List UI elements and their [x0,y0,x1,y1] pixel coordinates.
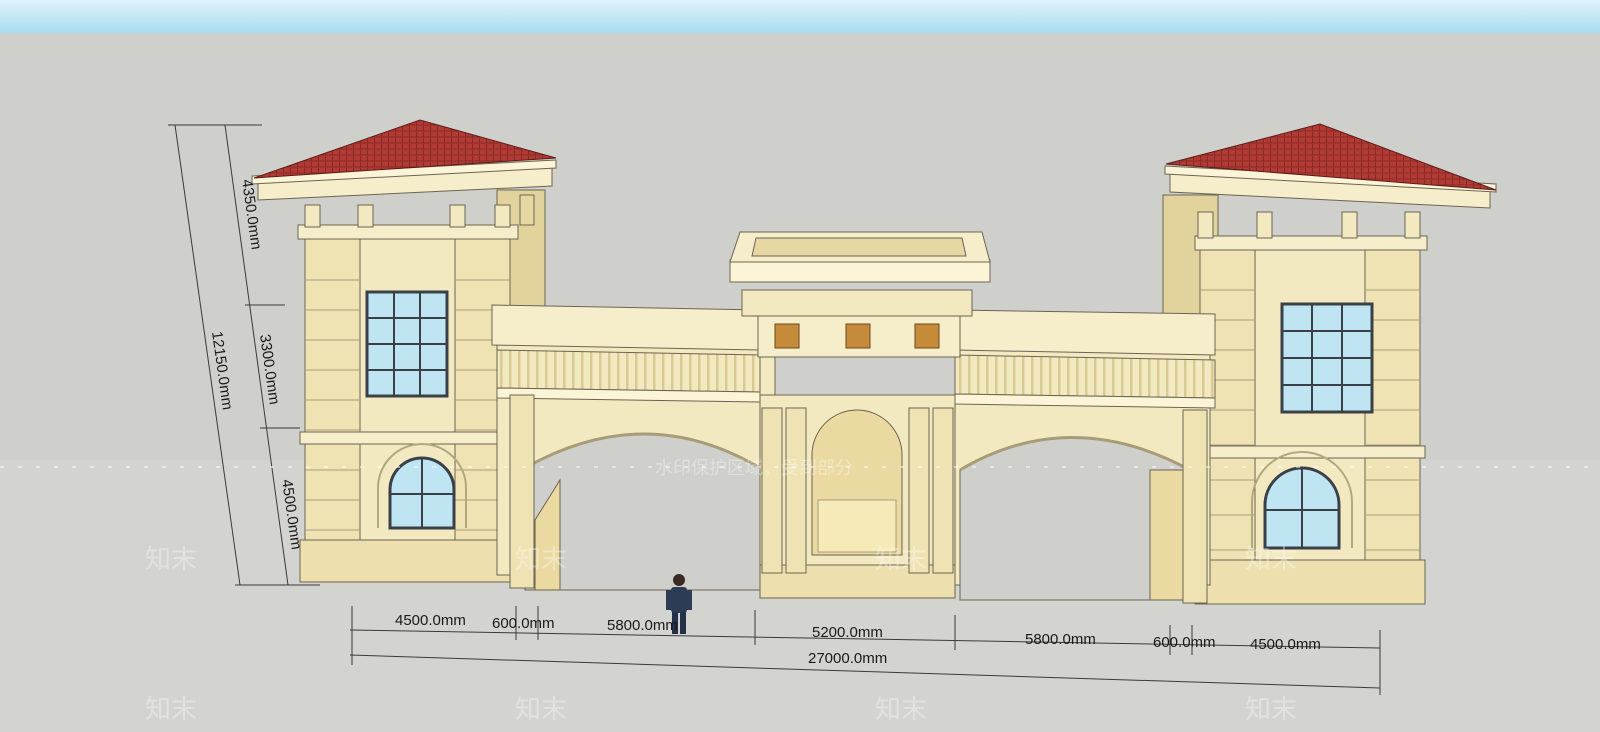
watermark-brand-8: 知末 [1245,695,1297,725]
right-pavilion-base [1194,235,1428,251]
bridge-frieze-right [954,354,1216,399]
watermark-brand-2: 知末 [515,545,567,575]
elevation-model-scene: 4350.0mm 3300.0mm 4500.0mm 12150.0mm 450… [0,0,1600,732]
dim-w-right-pier: 600.0mm [1153,634,1216,651]
center-column-1 [761,407,783,574]
ornament-tile-3 [914,323,940,349]
bridge-frieze-left [496,349,761,393]
dim-w-right-arch: 5800.0mm [1025,631,1096,648]
ornament-tile-2 [845,323,871,349]
dim-w-left-tower: 4500.0mm [395,612,466,629]
ornament-tile-1 [774,323,800,349]
center-column-2 [785,407,807,574]
bridge-parapet-right [954,309,1216,356]
watermark-brand-6: 知末 [515,695,567,725]
right-tower-pilaster-r [1364,244,1421,601]
center-column-4 [932,407,954,574]
sky-band [0,0,1600,33]
left-pavilion-base [297,224,519,240]
dim-w-total: 27000.0mm [808,650,887,667]
center-crown-top [729,259,991,283]
left-tower-plinth [299,539,516,583]
left-tower-pilaster-l [304,234,361,581]
dim-w-left-arch: 5800.0mm [607,617,678,634]
watermark-brand-3: 知末 [875,545,927,575]
right-pier-column [1182,409,1208,604]
watermark-brand-5: 知末 [145,695,197,725]
watermark-notice: 水印保护区域，受到部分 [655,458,853,479]
bridge-parapet-left [491,304,761,351]
dim-w-center: 5200.0mm [812,624,883,641]
watermark-brand-1: 知末 [145,545,197,575]
right-tower-plinth [1194,559,1426,605]
watermark-brand-4: 知末 [1245,545,1297,575]
dim-w-left-pier: 600.0mm [492,615,555,632]
dim-w-right-tower: 4500.0mm [1250,636,1321,653]
watermark-brand-7: 知末 [875,695,927,725]
left-tower-cornice-mid [299,431,516,445]
